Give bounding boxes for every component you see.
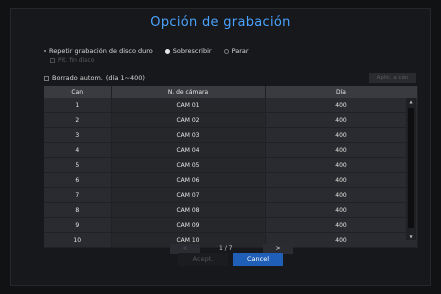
- channel-cell: 3: [44, 127, 112, 143]
- camera-name-cell: CAM 04: [111, 142, 266, 158]
- day-cell[interactable]: 400: [265, 127, 418, 143]
- channel-cell: 9: [44, 217, 112, 233]
- end-disk-checkbox[interactable]: [50, 58, 55, 63]
- channel-cell: 6: [44, 172, 112, 188]
- channel-cell: 4: [44, 142, 112, 158]
- overwrite-label[interactable]: Sobrescribir: [173, 47, 212, 55]
- accept-button[interactable]: Acept.: [178, 253, 228, 266]
- table-header-row: Can N. de cámara Día: [44, 86, 418, 98]
- table-row[interactable]: 4 CAM 04 400: [44, 142, 418, 158]
- column-header-day: Día: [265, 86, 418, 98]
- overwrite-radio[interactable]: [164, 48, 170, 54]
- apply-to-channels-button[interactable]: Aplic. a cán: [369, 73, 416, 83]
- day-cell[interactable]: 400: [265, 217, 418, 233]
- camera-name-cell: CAM 06: [111, 172, 266, 188]
- day-cell[interactable]: 400: [265, 157, 418, 173]
- auto-delete-range: (día 1~400): [105, 74, 145, 82]
- repeat-recording-row: Repetir grabación de disco duro Sobrescr…: [44, 45, 249, 57]
- column-header-camera-name: N. de cámara: [111, 86, 266, 98]
- camera-name-cell: CAM 05: [111, 157, 266, 173]
- channel-table: Can N. de cámara Día 1 CAM 01 400 2 CAM 02 40…: [44, 86, 418, 248]
- auto-delete-checkbox[interactable]: [44, 75, 49, 81]
- column-header-channel: Can: [44, 86, 112, 98]
- channel-cell: 7: [44, 187, 112, 203]
- table-row[interactable]: 5 CAM 05 400: [44, 157, 418, 173]
- camera-name-cell: CAM 08: [111, 202, 266, 218]
- end-disk-row: Pit. fin disco: [50, 57, 94, 64]
- stop-radio[interactable]: [223, 48, 229, 54]
- day-cell[interactable]: 400: [265, 202, 418, 218]
- auto-delete-row: Borrado autom. (día 1~400): [44, 73, 145, 83]
- dialog-title: Opción de grabación: [150, 15, 291, 30]
- channel-cell: 5: [44, 157, 112, 173]
- camera-name-cell: CAM 07: [111, 187, 266, 203]
- camera-name-cell: CAM 01: [111, 98, 266, 113]
- table-row[interactable]: 7 CAM 07 400: [44, 187, 418, 203]
- table-row[interactable]: 2 CAM 02 400: [44, 112, 418, 128]
- day-cell[interactable]: 400: [265, 172, 418, 188]
- table-row[interactable]: 8 CAM 08 400: [44, 202, 418, 218]
- table-row[interactable]: 6 CAM 06 400: [44, 172, 418, 188]
- table-row[interactable]: 3 CAM 03 400: [44, 127, 418, 143]
- stop-label[interactable]: Parar: [232, 47, 249, 55]
- camera-name-cell: CAM 09: [111, 217, 266, 233]
- overwrite-radio-group[interactable]: Sobrescribir: [164, 47, 212, 55]
- bullet-icon: [44, 50, 46, 52]
- scroll-down-icon[interactable]: ▼: [406, 234, 416, 239]
- scrollbar-thumb[interactable]: [408, 108, 414, 228]
- day-cell[interactable]: 400: [265, 112, 418, 128]
- table-scrollbar[interactable]: ▲ ▼: [406, 98, 416, 240]
- scroll-up-icon[interactable]: ▲: [406, 99, 416, 104]
- table-row[interactable]: 9 CAM 09 400: [44, 217, 418, 233]
- end-disk-label: Pit. fin disco: [58, 57, 95, 64]
- repeat-recording-label: Repetir grabación de disco duro: [49, 47, 153, 55]
- day-cell[interactable]: 400: [265, 98, 418, 113]
- camera-name-cell: CAM 02: [111, 112, 266, 128]
- table-row[interactable]: 1 CAM 01 400: [44, 98, 418, 113]
- stop-radio-group[interactable]: Parar: [223, 47, 249, 55]
- cancel-button[interactable]: Cancel: [233, 253, 283, 266]
- auto-delete-label: Borrado autom.: [52, 74, 103, 82]
- channel-cell: 2: [44, 112, 112, 128]
- day-cell[interactable]: 400: [265, 187, 418, 203]
- day-cell[interactable]: 400: [265, 142, 418, 158]
- camera-name-cell: CAM 03: [111, 127, 266, 143]
- channel-cell: 1: [44, 98, 112, 113]
- recording-option-dialog: Opción de grabación Repetir grabación de…: [0, 0, 441, 294]
- channel-cell: 8: [44, 202, 112, 218]
